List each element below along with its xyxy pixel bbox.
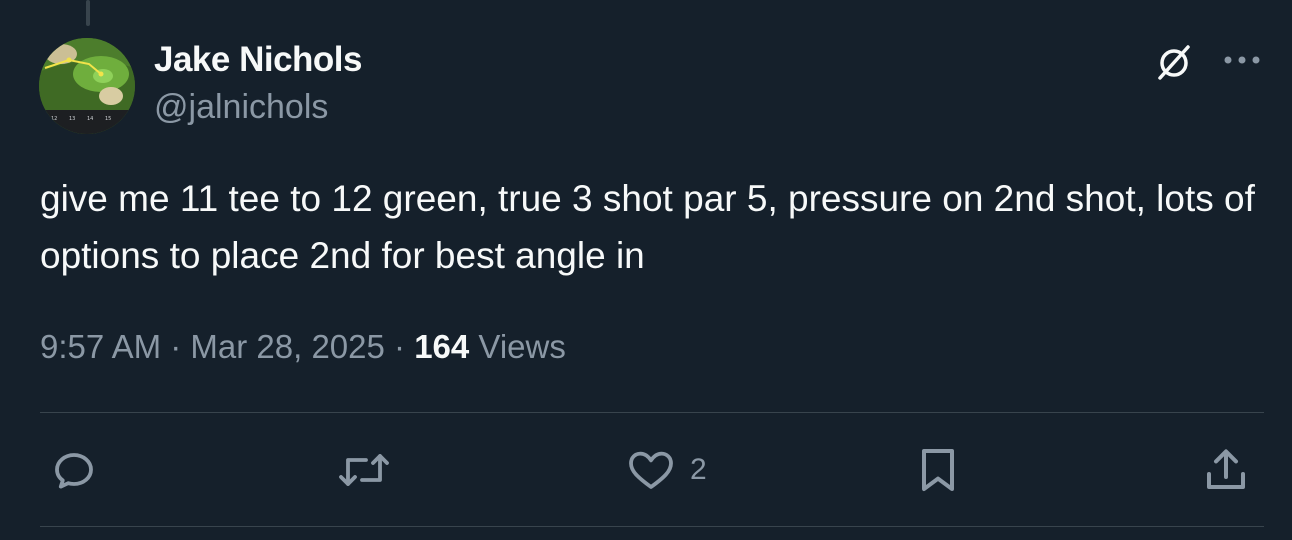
share-icon bbox=[1207, 449, 1245, 489]
tweet-date[interactable]: Mar 28, 2025 bbox=[190, 328, 384, 365]
bookmark-button[interactable] bbox=[914, 444, 976, 496]
meta-separator: · bbox=[384, 328, 415, 365]
author-handle[interactable]: @jalnichols bbox=[154, 88, 328, 127]
tweet-metadata: 9:57 AM · Mar 28, 2025 · 164 Views bbox=[40, 328, 566, 366]
divider bbox=[40, 412, 1264, 413]
bookmark-icon bbox=[922, 449, 954, 491]
like-button[interactable]: 2 bbox=[626, 444, 707, 496]
retweet-icon bbox=[339, 454, 389, 486]
retweet-button[interactable] bbox=[336, 444, 406, 496]
grok-icon bbox=[1158, 45, 1190, 80]
views-count[interactable]: 164 bbox=[414, 328, 469, 365]
meta-separator: · bbox=[161, 328, 191, 365]
divider bbox=[40, 526, 1264, 527]
thread-connector-line bbox=[86, 0, 90, 26]
map-hole-label: 13 bbox=[69, 116, 75, 122]
views-label: Views bbox=[469, 328, 566, 365]
share-button[interactable] bbox=[1202, 444, 1264, 496]
like-count: 2 bbox=[690, 453, 707, 486]
map-hole-label: 12 bbox=[51, 116, 57, 122]
author-display-name[interactable]: Jake Nichols bbox=[154, 40, 363, 80]
grok-button[interactable] bbox=[1150, 40, 1198, 84]
reply-icon bbox=[55, 453, 93, 489]
map-hole-label: 14 bbox=[87, 116, 93, 122]
tweet-text: give me 11 tee to 12 green, true 3 shot … bbox=[40, 178, 1255, 276]
reply-button[interactable] bbox=[50, 444, 112, 496]
more-options-button[interactable] bbox=[1218, 42, 1266, 78]
golf-course-map-image: 12 13 14 15 bbox=[39, 38, 135, 134]
more-horizontal-icon bbox=[1224, 56, 1260, 64]
map-hole-label: 15 bbox=[105, 116, 111, 122]
tweet-time[interactable]: 9:57 AM bbox=[40, 328, 161, 365]
heart-icon bbox=[629, 451, 673, 489]
avatar[interactable]: 12 13 14 15 bbox=[39, 38, 135, 134]
